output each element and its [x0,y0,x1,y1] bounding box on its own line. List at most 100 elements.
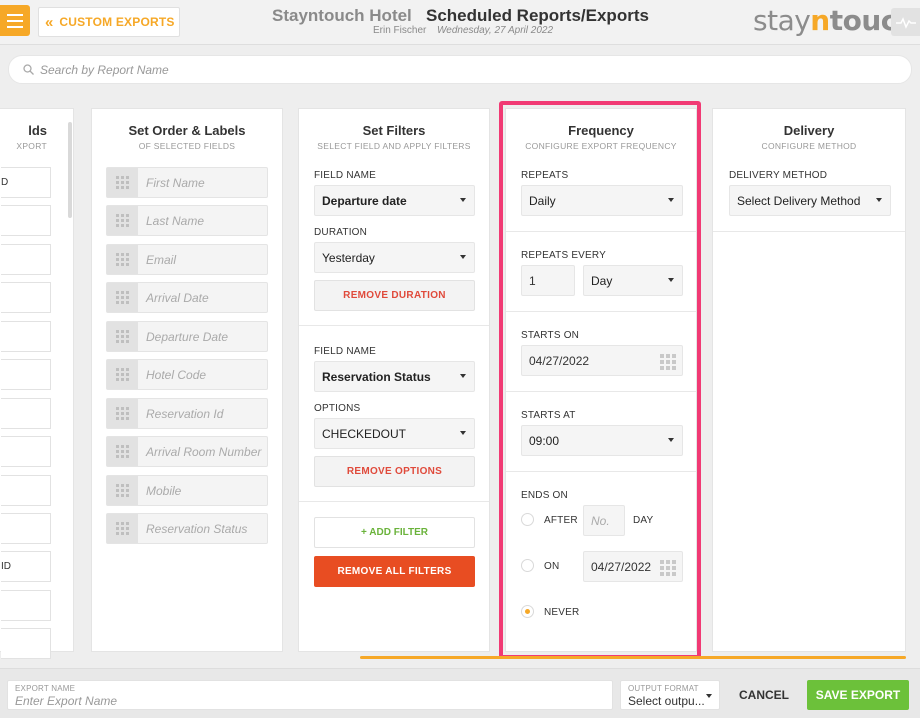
user-name: Erin Fischer [373,25,427,36]
after-radio[interactable] [521,513,534,526]
export-name-input[interactable] [15,694,605,708]
calendar-icon[interactable] [660,560,676,576]
horizontal-scroll-indicator[interactable] [360,656,906,659]
options-select[interactable]: CHECKEDOUT [314,418,475,449]
field-item[interactable] [1,244,51,275]
page-title: Scheduled Reports/Exports [426,6,649,25]
never-radio[interactable] [521,605,534,618]
end-date-input[interactable]: 04/27/2022 [583,551,683,582]
starts-on-date-input[interactable]: 04/27/2022 [521,345,683,376]
delivery-column: Delivery CONFIGURE METHOD DELIVERY METHO… [712,108,906,652]
hamburger-menu-icon[interactable] [0,5,30,36]
repeats-every-count-input[interactable]: 1 [521,265,575,296]
divider [299,325,489,326]
frequency-column-title: Frequency [568,123,634,138]
never-label: NEVER [544,607,580,618]
search-icon [23,64,34,75]
calendar-icon[interactable] [660,354,676,370]
after-label: AFTER [544,515,578,526]
drag-handle-icon[interactable] [107,168,138,197]
drag-handle-icon[interactable] [107,245,138,274]
remove-duration-button[interactable]: REMOVE DURATION [314,280,475,311]
repeats-every-label: REPEATS EVERY [521,250,607,261]
drag-handle-icon[interactable] [107,514,138,543]
drag-handle-icon[interactable] [107,360,138,389]
starts-at-select[interactable]: 09:00 [521,425,683,456]
field-item[interactable] [1,628,51,659]
field-item[interactable]: ID [1,551,51,582]
duration-label: DURATION [314,227,368,238]
sort-item[interactable]: Mobile [106,475,268,506]
field-item[interactable] [1,590,51,621]
on-label: ON [544,561,560,572]
divider [299,501,489,502]
drag-handle-icon[interactable] [107,399,138,428]
save-export-button[interactable]: SAVE EXPORT [807,680,909,710]
output-format-select[interactable]: OUTPUT FORMAT Select outpu... [620,680,720,710]
sort-item[interactable]: First Name [106,167,268,198]
field-item[interactable] [1,436,51,467]
caret-down-icon [668,198,674,202]
remove-options-button[interactable]: REMOVE OPTIONS [314,456,475,487]
sort-item[interactable]: Reservation Id [106,398,268,429]
custom-exports-back-button[interactable]: « CUSTOM EXPORTS [38,7,180,37]
fields-scrollbar[interactable] [68,122,72,218]
field-name-select[interactable]: Departure date [314,185,475,216]
field-name-label: FIELD NAME [314,346,377,357]
search-bar[interactable] [8,55,912,84]
field-item[interactable] [1,475,51,506]
pulse-icon[interactable] [891,8,920,36]
sort-item[interactable]: Email [106,244,268,275]
sort-item[interactable]: Arrival Room Number [106,436,268,467]
fields-column-subtitle: XPORT [16,141,47,151]
output-format-value: Select outpu... [628,694,705,708]
divider [713,231,905,232]
drag-handle-icon[interactable] [107,322,138,351]
remove-all-filters-button[interactable]: REMOVE ALL FILTERS [314,556,475,587]
field-item[interactable] [1,359,51,390]
filters-column-title: Set Filters [362,123,426,138]
search-input[interactable] [40,62,440,77]
add-filter-button[interactable]: + ADD FILTER [314,517,475,548]
sort-item[interactable]: Hotel Code [106,359,268,390]
caret-down-icon [876,198,882,202]
starts-on-label: STARTS ON [521,330,580,341]
divider [506,231,696,232]
drag-handle-icon[interactable] [107,476,138,505]
after-count-input[interactable]: No. [583,505,625,536]
filters-column: Set Filters SELECT FIELD AND APPLY FILTE… [298,108,490,652]
drag-handle-icon[interactable] [107,206,138,235]
frequency-column: Frequency CONFIGURE EXPORT FREQUENCY REP… [505,108,697,652]
cancel-button[interactable]: CANCEL [736,680,792,710]
order-labels-column: Set Order & Labels OF SELECTED FIELDS Fi… [91,108,283,652]
filters-column-subtitle: SELECT FIELD AND APPLY FILTERS [317,141,471,151]
field-item[interactable] [1,398,51,429]
double-chevron-left-icon: « [45,13,54,31]
repeats-select[interactable]: Daily [521,185,683,216]
custom-exports-label: CUSTOM EXPORTS [59,15,175,29]
sort-item[interactable]: Last Name [106,205,268,236]
caret-down-icon [706,694,712,698]
export-name-field[interactable]: EXPORT NAME [7,680,613,710]
sort-item[interactable]: Arrival Date [106,282,268,313]
drag-handle-icon[interactable] [107,283,138,312]
caret-down-icon [460,431,466,435]
field-name-select[interactable]: Reservation Status [314,361,475,392]
duration-select[interactable]: Yesterday [314,242,475,273]
drag-handle-icon[interactable] [107,437,138,466]
field-item[interactable] [1,513,51,544]
repeats-label: REPEATS [521,170,569,181]
on-radio[interactable] [521,559,534,572]
caret-down-icon [460,198,466,202]
sort-item[interactable]: Reservation Status [106,513,268,544]
field-item[interactable]: D [1,167,51,198]
delivery-method-select[interactable]: Select Delivery Method [729,185,891,216]
field-item[interactable] [1,321,51,352]
delivery-column-subtitle: CONFIGURE METHOD [761,141,857,151]
footer-bar: EXPORT NAME OUTPUT FORMAT Select outpu..… [0,668,920,718]
field-item[interactable] [1,205,51,236]
repeats-every-unit-select[interactable]: Day [583,265,683,296]
frequency-column-subtitle: CONFIGURE EXPORT FREQUENCY [525,141,677,151]
field-item[interactable] [1,282,51,313]
sort-item[interactable]: Departure Date [106,321,268,352]
